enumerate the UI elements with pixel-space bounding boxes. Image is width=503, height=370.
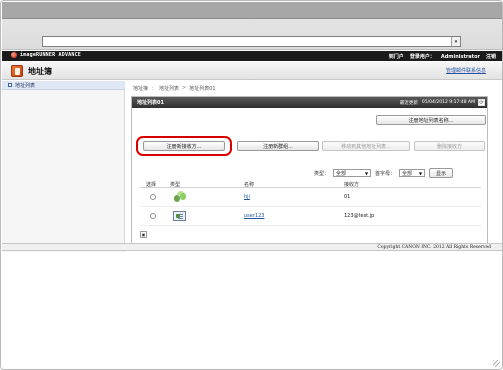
sidebar-bullet-icon [8, 83, 12, 87]
blank-area [2, 252, 502, 369]
initial-select-value: 全部 [402, 170, 413, 177]
last-update: 最近更新 05/04/2012 9:17:48 AM [400, 100, 475, 106]
sidebar-item-address-list[interactable]: 地址列表 [2, 81, 125, 90]
pager-icon[interactable]: ▣ [140, 231, 147, 238]
refresh-icon[interactable]: ⟳ [478, 99, 485, 106]
entry-recipient: 123@test.jp [344, 213, 375, 219]
table-header: 选择 类型 名称 接收方 [140, 179, 481, 188]
register-recipient-button-wrap: 注册新接收方... [136, 136, 232, 156]
resize-grip-icon[interactable] [493, 360, 500, 367]
logout-link[interactable]: 注销 [486, 53, 496, 60]
main-content: 地址簿 ： 地址列表 > 地址列表01 地址列表01 最近更新 05/04/20… [125, 81, 502, 252]
col-name: 名称 [244, 182, 255, 188]
type-filter-label: 类型： [314, 170, 330, 177]
show-button[interactable]: 显示 [429, 168, 454, 178]
address-table: 选择 类型 名称 接收方 hji 01 user123 123@test.jp [140, 179, 481, 226]
initial-filter-label: 首字母： [375, 170, 396, 177]
canon-logo-icon [11, 52, 17, 58]
address-bar[interactable]: ▾ [42, 36, 461, 47]
copyright-text: Copyright CANON INC. 2012 All Rights Res… [377, 245, 491, 250]
browser-toolbar: ▾ [2, 2, 502, 50]
entry-recipient: 01 [344, 194, 351, 200]
page-header: 地址簿 管理邮件联系信息 [2, 62, 502, 80]
col-select: 选择 [146, 182, 157, 188]
last-update-label: 最近更新 [399, 101, 418, 106]
browser-title-strip [2, 2, 502, 19]
panel-header: 地址列表01 最近更新 05/04/2012 9:17:48 AM ⟳ [132, 97, 487, 108]
address-book-icon [11, 65, 23, 77]
chevron-down-icon: ▼ [418, 170, 423, 176]
logo-text: imageRUNNER ADVANCE [20, 52, 81, 58]
footer: Copyright CANON INC. 2012 All Rights Res… [2, 243, 502, 251]
select-radio[interactable] [150, 213, 156, 219]
entry-name-link[interactable]: user123 [244, 213, 264, 219]
address-dropdown-icon[interactable]: ▾ [451, 37, 460, 46]
initial-select[interactable]: 全部 ▼ [399, 169, 426, 177]
breadcrumb-separator: > [182, 85, 187, 91]
col-recipient: 接收方 [344, 182, 360, 188]
col-type: 类型 [170, 182, 181, 188]
breadcrumb-item-address-list[interactable]: 地址列表 [159, 85, 179, 92]
panel-title: 地址列表01 [137, 100, 164, 106]
manage-email-contacts-link[interactable]: 管理邮件联系信息 [446, 67, 486, 74]
table-row[interactable]: hji 01 [140, 188, 481, 207]
address-list-panel: 地址列表01 最近更新 05/04/2012 9:17:48 AM ⟳ 注册地址… [131, 96, 488, 244]
top-bar: imageRUNNER ADVANCE 到门户 登录用户： Administra… [2, 51, 502, 61]
register-list-name-button[interactable]: 注册地址列表名称... [376, 115, 486, 125]
user-name: Administrator [440, 53, 480, 60]
register-new-group-button[interactable]: 注册新群组... [237, 141, 319, 151]
breadcrumb-item-current: 地址列表01 [189, 86, 216, 92]
top-links: 到门户 登录用户： Administrator 注销 [389, 53, 496, 61]
entry-name-link[interactable]: hji [244, 194, 250, 200]
filter-row: 类型： 全部 ▼ 首字母： 全部 ▼ 显示 [314, 168, 454, 178]
breadcrumb-separator: ： [151, 86, 157, 92]
table-row[interactable]: user123 123@test.jp [140, 207, 481, 226]
move-to-other-list-button[interactable]: 移动到其他地址列表... [322, 141, 410, 151]
breadcrumb: 地址簿 ： 地址列表 > 地址列表01 [133, 85, 216, 92]
delete-recipient-button[interactable]: 删除接收方 [414, 141, 485, 151]
type-select[interactable]: 全部 ▼ [333, 169, 372, 177]
select-radio[interactable] [150, 194, 156, 200]
last-update-value: 05/04/2012 9:17:48 AM [421, 100, 475, 105]
chevron-down-icon: ▼ [364, 170, 369, 176]
sidebar: 地址列表 [2, 81, 125, 252]
type-select-value: 全部 [336, 170, 347, 177]
group-icon [174, 191, 188, 203]
login-user-label: 登录用户： [409, 54, 435, 60]
register-new-recipient-button[interactable]: 注册新接收方... [143, 141, 225, 151]
window-frame: ▾ imageRUNNER ADVANCE 到门户 登录用户： Administ… [0, 0, 503, 370]
breadcrumb-item-address-book[interactable]: 地址簿 [133, 85, 148, 92]
page-title: 地址簿 [28, 67, 52, 76]
portal-link[interactable]: 到门户 [389, 53, 404, 60]
product-logo: imageRUNNER ADVANCE [11, 52, 81, 58]
sidebar-item-label: 地址列表 [15, 82, 36, 89]
email-address-icon [173, 211, 186, 221]
